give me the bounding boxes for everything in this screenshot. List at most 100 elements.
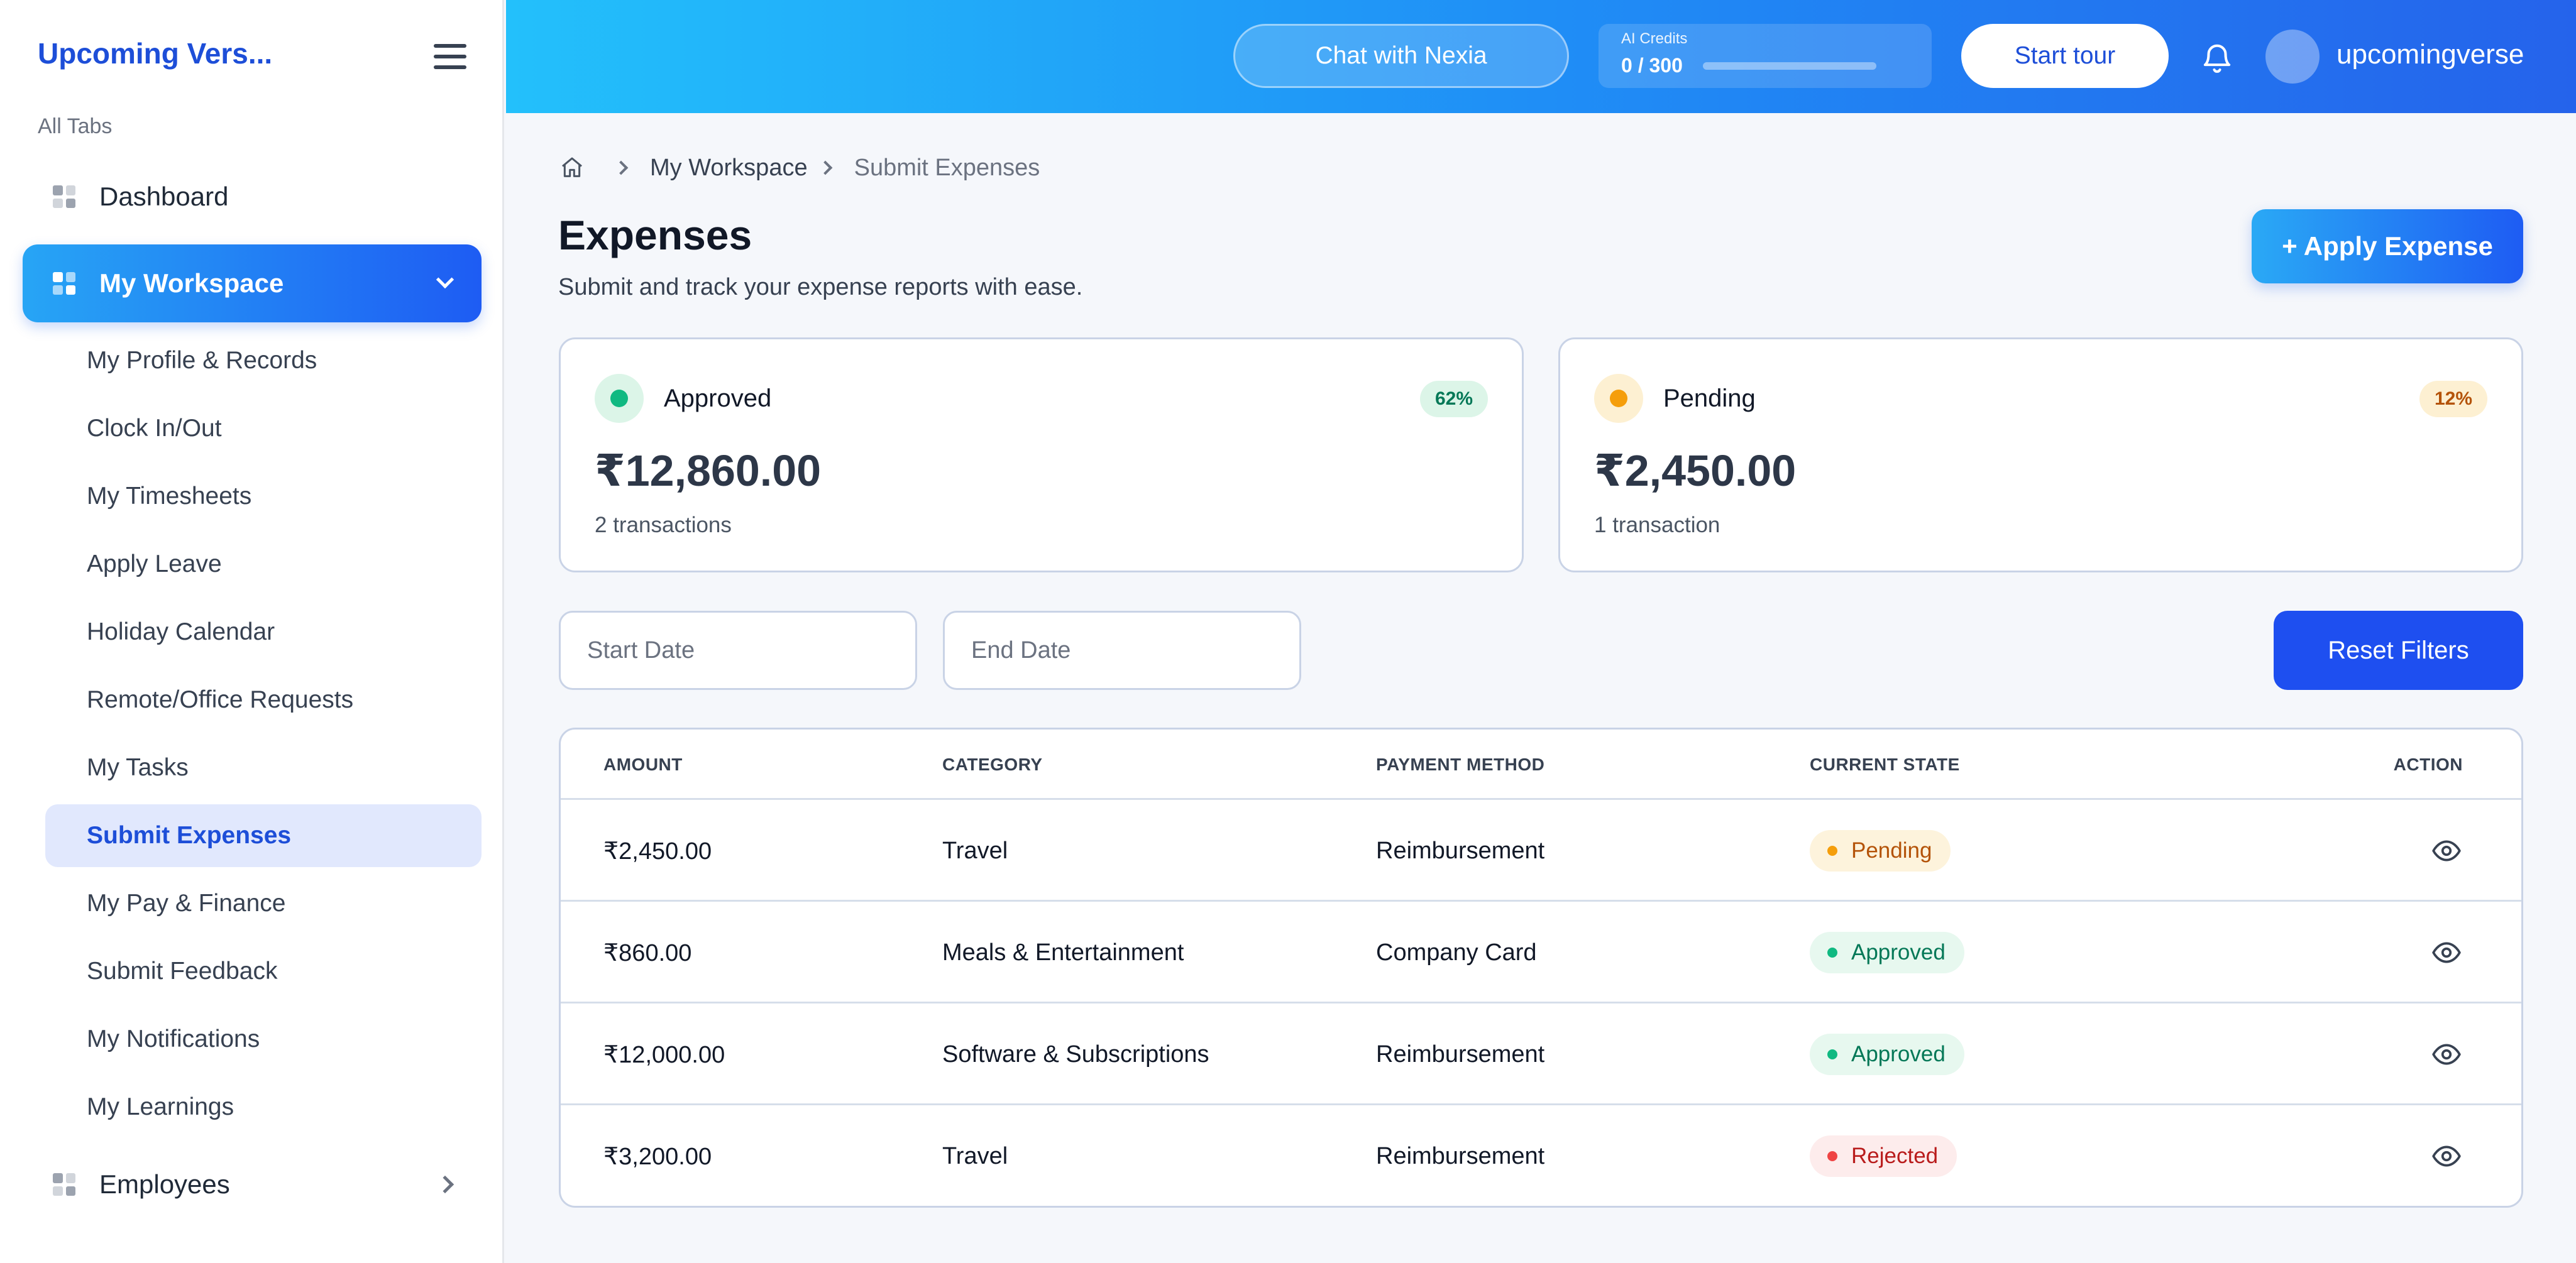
sidebar-subitem-tasks[interactable]: My Tasks — [45, 736, 482, 799]
cell-category: Software & Subscriptions — [942, 1041, 1209, 1068]
column-header-current-state: CURRENT STATE — [1810, 755, 1960, 774]
status-dot-icon — [1827, 1151, 1837, 1161]
status-badge-label: Rejected — [1851, 1144, 1939, 1168]
column-header-amount: AMOUNT — [603, 755, 683, 774]
eye-icon[interactable] — [2431, 835, 2462, 867]
avatar[interactable] — [2265, 30, 2320, 84]
sidebar-item-my-workspace[interactable]: My Workspace — [23, 244, 482, 322]
breadcrumb-item-workspace[interactable]: My Workspace — [650, 155, 808, 182]
sidebar-subitem-notifications[interactable]: My Notifications — [45, 1008, 482, 1071]
table-header: AMOUNT CATEGORY PAYMENT METHOD CURRENT S… — [561, 730, 2521, 800]
sidebar-subitem-clock[interactable]: Clock In/Out — [45, 397, 482, 460]
sidebar-item-employees[interactable]: Employees — [23, 1145, 482, 1223]
cell-state: Approved — [1810, 1003, 1964, 1105]
card-amount: ₹2,450.00 — [1594, 446, 1797, 495]
bell-icon[interactable] — [2200, 41, 2234, 75]
end-date-input[interactable] — [943, 611, 1301, 690]
status-dot-icon — [1827, 846, 1837, 856]
status-badge: Rejected — [1810, 1135, 1957, 1177]
start-tour-button[interactable]: Start tour — [1961, 24, 2169, 88]
cell-state: Rejected — [1810, 1105, 1957, 1206]
username[interactable]: upcomingverse — [2337, 39, 2524, 70]
hamburger-icon[interactable] — [434, 44, 466, 69]
approved-status-icon — [595, 374, 644, 423]
sidebar-subitem-learnings[interactable]: My Learnings — [45, 1076, 482, 1139]
status-badge-label: Pending — [1851, 838, 1932, 863]
cell-amount: ₹860.00 — [603, 939, 692, 966]
breadcrumb-separator-icon — [818, 160, 832, 175]
cell-action — [2431, 902, 2462, 1003]
cell-amount: ₹2,450.00 — [603, 838, 712, 865]
breadcrumb: My Workspace Submit Expenses — [559, 152, 1040, 183]
breadcrumb-separator-icon — [614, 160, 629, 175]
cell-category: Meals & Entertainment — [942, 939, 1184, 966]
ai-credits-label: AI Credits — [1621, 30, 1688, 47]
home-icon[interactable] — [559, 155, 585, 180]
ai-credits-widget: AI Credits 0 / 300 — [1599, 24, 1932, 88]
sidebar: Upcoming Vers... All Tabs Dashboard My W… — [0, 0, 504, 1263]
column-header-payment-method: PAYMENT METHOD — [1376, 755, 1545, 774]
ai-credits-value: 0 / 300 — [1621, 54, 1683, 77]
cell-payment-method: Reimbursement — [1376, 837, 1545, 864]
sidebar-subitem-remote-requests[interactable]: Remote/Office Requests — [45, 669, 482, 731]
sidebar-subitem-apply-leave[interactable]: Apply Leave — [45, 533, 482, 596]
cell-category: Travel — [942, 1142, 1008, 1169]
eye-icon[interactable] — [2431, 1039, 2462, 1070]
column-header-action: ACTION — [2393, 755, 2463, 774]
chevron-down-icon — [436, 270, 454, 289]
cell-amount: ₹12,000.00 — [603, 1041, 725, 1068]
eye-icon[interactable] — [2431, 937, 2462, 968]
cell-action — [2431, 800, 2462, 902]
sidebar-item-dashboard[interactable]: Dashboard — [23, 158, 482, 236]
pending-summary-card: Pending 12% ₹2,450.00 1 transaction — [1558, 337, 2523, 572]
chat-with-nexia-button[interactable]: Chat with Nexia — [1233, 24, 1569, 88]
sidebar-item-label: My Workspace — [99, 268, 284, 298]
column-header-category: CATEGORY — [942, 755, 1043, 774]
status-badge-label: Approved — [1851, 940, 1946, 965]
sidebar-item-label: Dashboard — [99, 182, 229, 211]
cell-action — [2431, 1105, 2462, 1206]
status-dot-icon — [1827, 948, 1837, 958]
sidebar-subitem-feedback[interactable]: Submit Feedback — [45, 940, 482, 1003]
expenses-table: AMOUNT CATEGORY PAYMENT METHOD CURRENT S… — [559, 728, 2523, 1208]
card-transactions: 1 transaction — [1594, 513, 1720, 537]
chevron-right-icon — [436, 1175, 454, 1194]
eye-icon[interactable] — [2431, 1140, 2462, 1172]
card-label: Pending — [1663, 385, 1756, 412]
status-badge: Approved — [1810, 1034, 1964, 1075]
sidebar-subitem-profile[interactable]: My Profile & Records — [45, 329, 482, 392]
table-row[interactable]: ₹12,000.00 Software & Subscriptions Reimbu… — [561, 1003, 2521, 1105]
pending-status-icon — [1594, 374, 1643, 423]
grid-icon — [53, 272, 75, 295]
sidebar-subitem-holiday-calendar[interactable]: Holiday Calendar — [45, 601, 482, 664]
card-transactions: 2 transactions — [595, 513, 732, 537]
cell-action — [2431, 1003, 2462, 1105]
reset-filters-button[interactable]: Reset Filters — [2274, 611, 2523, 690]
apply-expense-button[interactable]: + Apply Expense — [2252, 209, 2523, 283]
page-subtitle: Submit and track your expense reports wi… — [558, 274, 1083, 300]
cell-state: Pending — [1810, 800, 1951, 902]
cell-payment-method: Reimbursement — [1376, 1041, 1545, 1068]
sidebar-subitem-submit-expenses[interactable]: Submit Expenses — [45, 804, 482, 867]
table-row[interactable]: ₹3,200.00 Travel Reimbursement Rejected — [561, 1105, 2521, 1206]
grid-icon — [53, 185, 75, 208]
table-row[interactable]: ₹860.00 Meals & Entertainment Company Card… — [561, 902, 2521, 1003]
percent-badge: 62% — [1419, 381, 1488, 417]
sidebar-subitem-timesheets[interactable]: My Timesheets — [45, 465, 482, 528]
brand-name[interactable]: Upcoming Vers... — [38, 36, 272, 70]
grid-icon — [53, 1173, 75, 1196]
cell-state: Approved — [1810, 902, 1964, 1003]
approved-summary-card: Approved 62% ₹12,860.00 2 transactions — [559, 337, 1524, 572]
table-row[interactable]: ₹2,450.00 Travel Reimbursement Pending — [561, 800, 2521, 902]
start-date-input[interactable] — [559, 611, 917, 690]
card-amount: ₹12,860.00 — [595, 446, 822, 495]
breadcrumb-item-current: Submit Expenses — [854, 154, 1040, 181]
top-header: Chat with Nexia AI Credits 0 / 300 Start… — [506, 0, 2576, 113]
cell-category: Travel — [942, 837, 1008, 864]
status-dot-icon — [1827, 1049, 1837, 1059]
percent-badge: 12% — [2419, 381, 2487, 417]
sidebar-item-label: Employees — [99, 1169, 230, 1199]
page-title: Expenses — [558, 212, 752, 258]
status-badge: Pending — [1810, 830, 1951, 872]
sidebar-subitem-pay-finance[interactable]: My Pay & Finance — [45, 872, 482, 935]
